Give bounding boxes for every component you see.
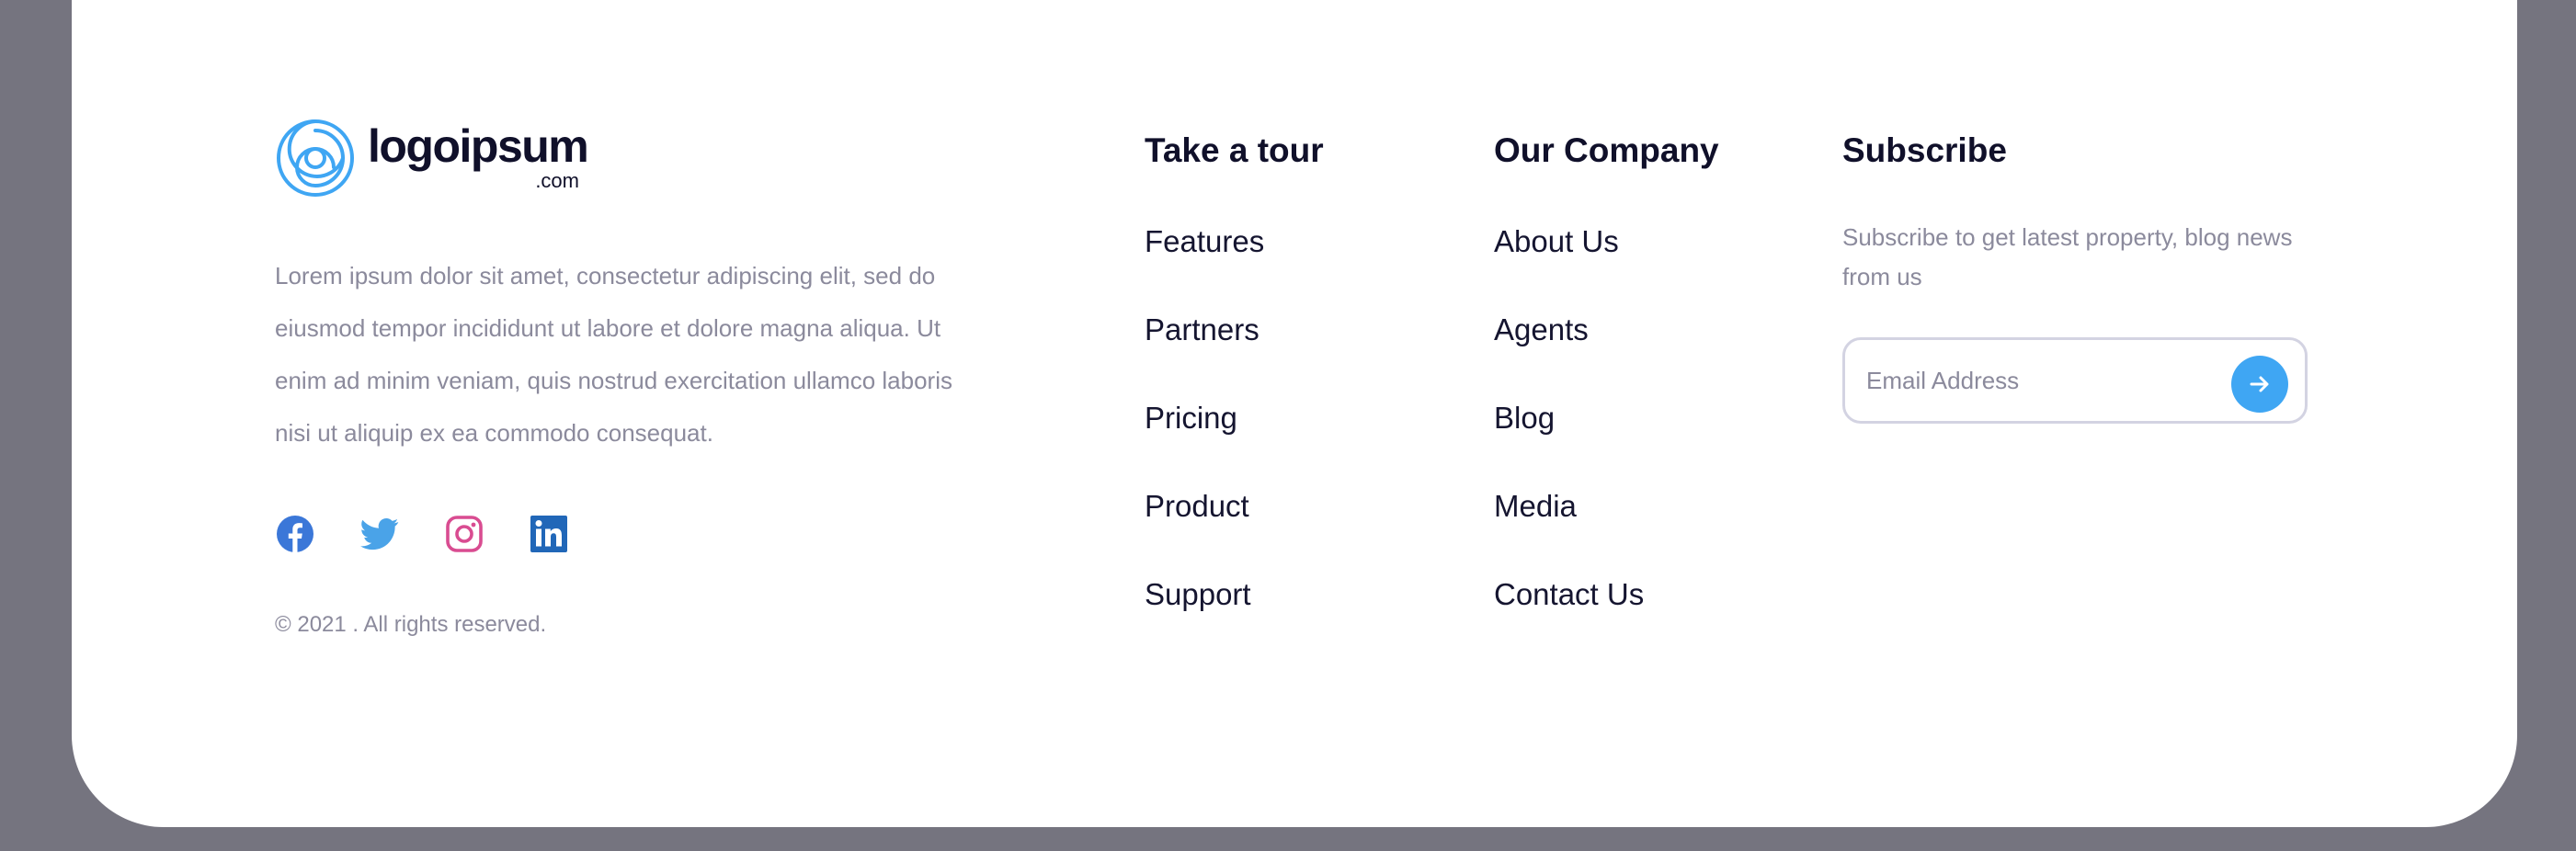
list-item: About Us bbox=[1494, 221, 1719, 310]
instagram-link[interactable] bbox=[445, 515, 484, 553]
email-field[interactable] bbox=[1866, 366, 2216, 395]
list-item: Pricing bbox=[1145, 398, 1324, 486]
link-partners[interactable]: Partners bbox=[1145, 310, 1260, 350]
footer-card: logoipsum .com Lorem ipsum dolor sit ame… bbox=[72, 0, 2517, 827]
logo-text: logoipsum .com bbox=[368, 114, 589, 199]
subscribe-heading: Subscribe bbox=[1842, 131, 2007, 169]
facebook-link[interactable] bbox=[276, 515, 314, 553]
link-agents[interactable]: Agents bbox=[1494, 310, 1589, 350]
list-item: Contact Us bbox=[1494, 574, 1719, 663]
social-links bbox=[276, 515, 568, 553]
logo[interactable]: logoipsum .com bbox=[274, 114, 589, 199]
logo-tld: .com bbox=[535, 169, 579, 192]
subscribe-description: Subscribe to get latest property, blog n… bbox=[1842, 223, 2293, 290]
tour-column: Take a tour Features Partners Pricing Pr… bbox=[1145, 129, 1324, 663]
link-blog[interactable]: Blog bbox=[1494, 398, 1555, 438]
facebook-icon bbox=[277, 516, 313, 552]
company-links: About Us Agents Blog Media Contact Us bbox=[1494, 221, 1719, 663]
logo-mark-icon bbox=[277, 119, 354, 197]
link-features[interactable]: Features bbox=[1145, 221, 1264, 262]
subscribe-column: Subscribe Subscribe to get latest proper… bbox=[1842, 129, 2320, 424]
list-item: Media bbox=[1494, 486, 1719, 574]
link-pricing[interactable]: Pricing bbox=[1145, 398, 1237, 438]
linkedin-icon bbox=[530, 516, 567, 552]
list-item: Agents bbox=[1494, 310, 1719, 398]
copyright-text: © 2021 . All rights reserved. bbox=[275, 612, 547, 637]
list-item: Partners bbox=[1145, 310, 1324, 398]
list-item: Support bbox=[1145, 574, 1324, 663]
instagram-icon bbox=[446, 516, 483, 552]
tour-links: Features Partners Pricing Product Suppor… bbox=[1145, 221, 1324, 663]
list-item: Blog bbox=[1494, 398, 1719, 486]
link-about-us[interactable]: About Us bbox=[1494, 221, 1619, 262]
about-text: Lorem ipsum dolor sit amet, consectetur … bbox=[275, 262, 952, 447]
twitter-link[interactable] bbox=[360, 515, 399, 553]
subscribe-button[interactable] bbox=[2231, 356, 2288, 413]
tour-heading: Take a tour bbox=[1145, 131, 1324, 169]
link-media[interactable]: Media bbox=[1494, 486, 1577, 527]
email-form bbox=[1842, 337, 2308, 424]
company-column: Our Company About Us Agents Blog Media C… bbox=[1494, 129, 1719, 663]
logo-wordmark: logoipsum bbox=[368, 120, 589, 172]
link-product[interactable]: Product bbox=[1145, 486, 1249, 527]
linkedin-link[interactable] bbox=[530, 515, 568, 553]
arrow-right-icon bbox=[2250, 376, 2269, 392]
link-support[interactable]: Support bbox=[1145, 574, 1251, 615]
company-heading: Our Company bbox=[1494, 131, 1719, 169]
list-item: Product bbox=[1145, 486, 1324, 574]
list-item: Features bbox=[1145, 221, 1324, 310]
twitter-icon bbox=[360, 517, 399, 550]
link-contact-us[interactable]: Contact Us bbox=[1494, 574, 1644, 615]
